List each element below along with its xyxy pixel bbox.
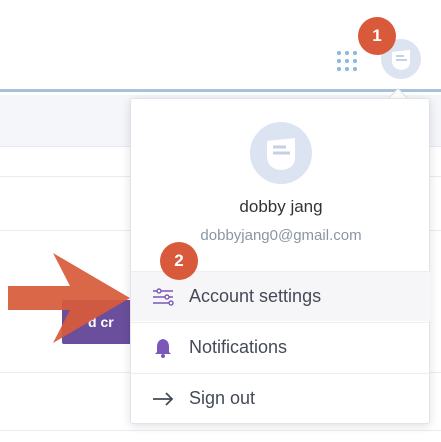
step-badge-1: 1 <box>358 17 396 55</box>
menu-item-notifications[interactable]: Notifications <box>131 322 431 372</box>
bell-icon <box>151 336 175 360</box>
menu-item-sign-out[interactable]: Sign out <box>131 373 431 423</box>
menu-item-label: Account settings <box>189 286 322 306</box>
menu-item-label: Sign out <box>189 388 256 408</box>
settings-sliders-icon <box>151 285 175 309</box>
app-switcher-icon[interactable] <box>335 49 359 73</box>
menu-item-label: Notifications <box>189 337 288 357</box>
divider <box>0 430 441 431</box>
arrow-right-icon <box>151 387 175 411</box>
avatar-icon <box>250 122 312 184</box>
pointer-arrow-annotation <box>8 253 130 343</box>
step-badge-2: 2 <box>160 242 198 280</box>
user-name: dobby jang <box>239 197 323 216</box>
profile-avatar <box>250 122 312 184</box>
